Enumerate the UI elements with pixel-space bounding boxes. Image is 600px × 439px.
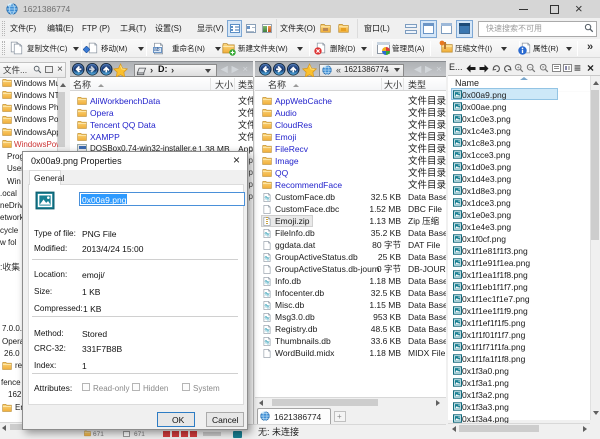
svg-text:–: – bbox=[529, 65, 532, 71]
svg-text:×: × bbox=[542, 65, 545, 71]
svg-text:+: + bbox=[517, 65, 520, 71]
